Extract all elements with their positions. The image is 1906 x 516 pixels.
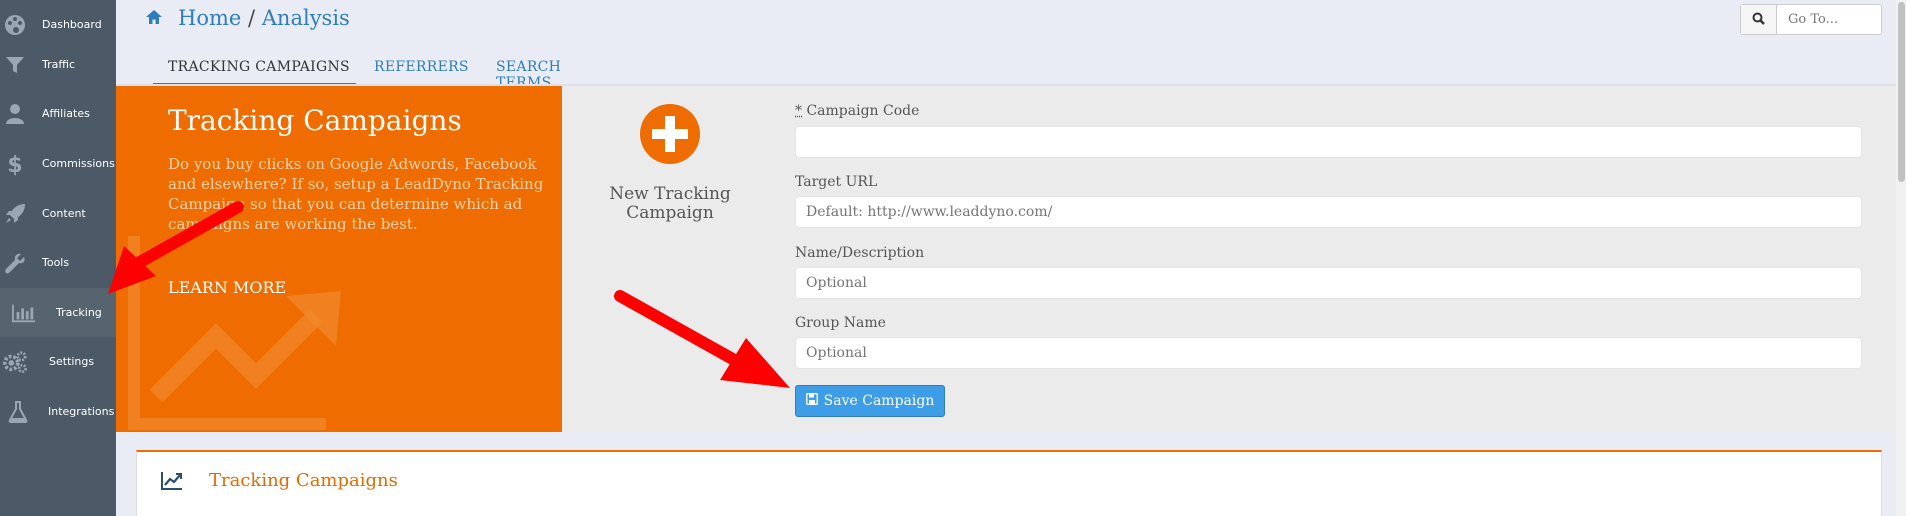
required-mark: * [795,103,802,119]
sidebar-item-label: Tracking [56,306,102,319]
save-campaign-label: Save Campaign [823,393,935,409]
breadcrumb: Home / Analysis [178,6,350,30]
bar-chart-icon [12,301,36,325]
sidebar-item-integrations[interactable]: Integrations [0,387,116,436]
sidebar-item-commissions[interactable]: $ Commissions [0,139,116,188]
dollar-icon: $ [3,152,27,176]
floppy-disk-icon [805,392,818,409]
breadcrumb-home[interactable]: Home [178,6,241,30]
save-campaign-button[interactable]: Save Campaign [795,385,945,417]
new-campaign-block: New Tracking Campaign [565,103,775,223]
tab-tracking-campaigns[interactable]: TRACKING CAMPAIGNS [153,55,356,87]
group-name-input[interactable] [795,337,1862,369]
home-icon[interactable] [146,9,162,28]
sidebar-item-tracking[interactable]: Tracking [0,288,116,337]
plus-circle-icon [639,104,701,169]
campaign-code-label: * Campaign Code [795,103,920,119]
sidebar-item-content[interactable]: Content [0,189,116,238]
campaign-code-input[interactable] [795,126,1862,158]
svg-text:$: $ [7,153,22,176]
filter-icon [3,53,27,77]
sidebar-item-label: Content [42,207,86,220]
group-name-label: Group Name [795,315,886,331]
breadcrumb-current[interactable]: Analysis [262,6,350,30]
tracking-campaigns-panel: Tracking Campaigns [136,450,1882,516]
palette-icon [3,13,27,37]
panel-title: Tracking Campaigns [209,470,398,491]
tab-search-terms[interactable]: SEARCH TERMS [496,55,561,91]
line-chart-icon [161,472,183,494]
sidebar-item-label: Affiliates [42,107,90,120]
goto-input[interactable] [1778,5,1881,34]
trend-chart-icon [128,236,341,430]
search-button[interactable] [1741,5,1777,34]
rocket-icon [3,202,27,226]
sidebar: Dashboard Traffic Affiliates $ Commissio… [0,0,116,516]
sidebar-item-label: Integrations [48,405,115,418]
tab-referrers[interactable]: REFERRERS [374,55,469,87]
sidebar-item-affiliates[interactable]: Affiliates [0,89,116,138]
breadcrumb-separator: / [248,6,256,30]
flask-icon [6,400,30,424]
sidebar-item-tools[interactable]: Tools [0,238,116,287]
sidebar-item-label: Traffic [42,58,76,71]
sidebar-item-settings[interactable]: Settings [0,337,116,386]
promo-title: Tracking Campaigns [168,104,462,137]
sidebar-item-traffic[interactable]: Traffic [0,40,116,89]
target-url-label: Target URL [795,174,878,190]
promo-description: Do you buy clicks on Google Adwords, Fac… [168,155,544,233]
new-campaign-label: New Tracking Campaign [609,184,731,223]
sidebar-item-label: Dashboard [42,18,102,31]
promo-banner: Tracking Campaigns Do you buy clicks on … [116,86,562,432]
user-icon [3,102,27,126]
scrollbar-thumb[interactable] [1898,2,1905,182]
learn-more-link[interactable]: LEARN MORE [168,278,286,297]
name-description-input[interactable] [795,267,1862,299]
wrench-icon [3,251,27,275]
sidebar-item-label: Commissions [42,157,115,170]
sidebar-item-label: Settings [49,355,95,368]
name-description-label: Name/Description [795,245,925,261]
search-icon [1752,10,1765,29]
goto-search [1740,4,1882,35]
gears-icon [3,350,27,374]
target-url-input[interactable] [795,196,1862,228]
sidebar-item-label: Tools [42,256,70,269]
